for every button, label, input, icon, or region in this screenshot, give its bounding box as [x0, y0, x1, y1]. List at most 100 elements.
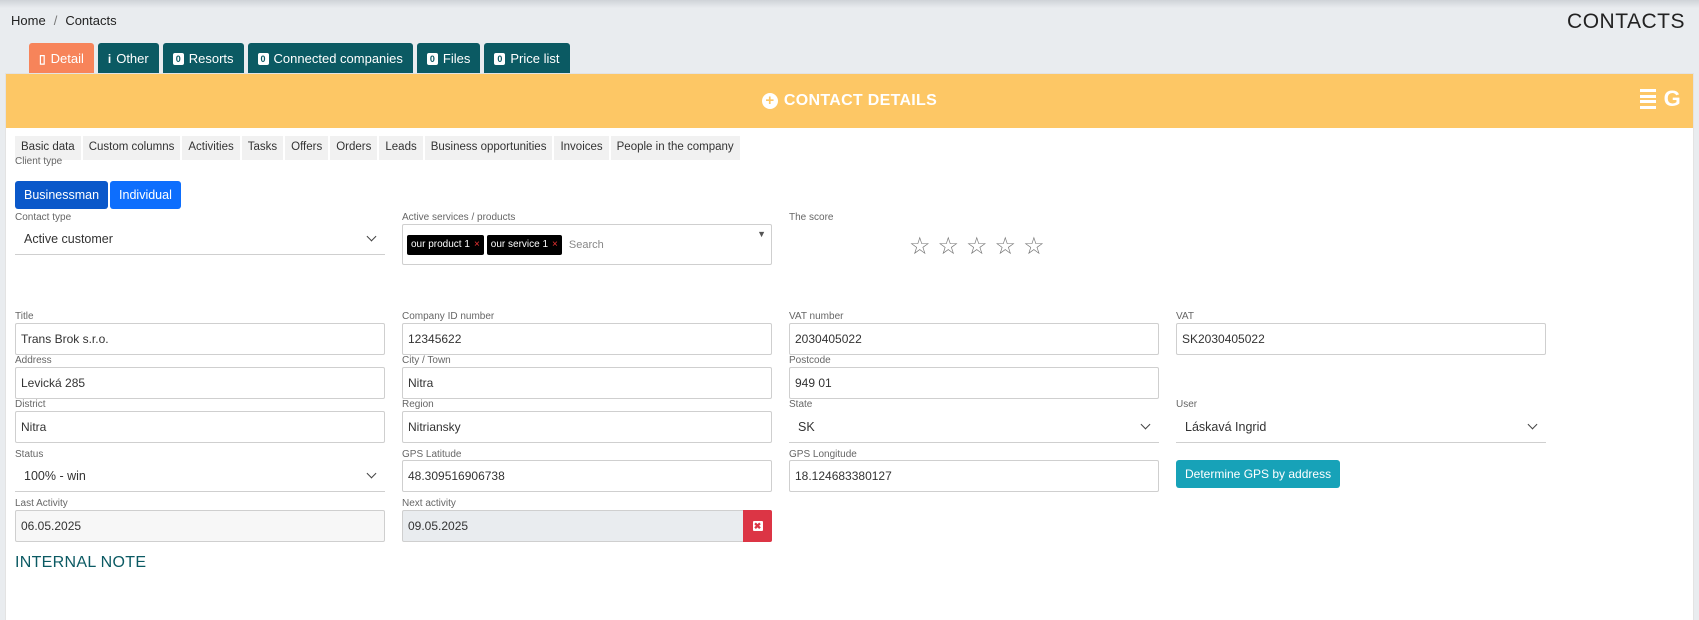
- dropdown-arrow-icon[interactable]: ▼: [757, 229, 766, 239]
- building-icon: ▯: [39, 51, 46, 66]
- tab-label: Detail: [50, 51, 84, 66]
- tab-label: Files: [442, 51, 471, 66]
- postcode-label: Postcode: [789, 355, 831, 366]
- page-title: CONTACTS: [1567, 10, 1685, 33]
- breadcrumb-current: Contacts: [65, 13, 117, 28]
- region-label: Region: [402, 399, 434, 410]
- header-tools: G: [1639, 86, 1681, 112]
- district-label: District: [15, 399, 46, 410]
- service-tag: our service 1 ×: [486, 234, 562, 255]
- list-icon[interactable]: [1639, 89, 1656, 109]
- subtab-activities[interactable]: Activities: [182, 136, 240, 160]
- vat-number-label: VAT number: [789, 311, 844, 322]
- tag-label: our product 1: [411, 239, 470, 250]
- city-label: City / Town: [402, 355, 451, 366]
- breadcrumb-home[interactable]: Home: [11, 13, 46, 28]
- select-value: SK: [798, 419, 815, 434]
- chevron-down-icon: [1140, 419, 1151, 430]
- tab-files[interactable]: 0 Files: [416, 43, 481, 74]
- region-field[interactable]: Nitriansky: [402, 411, 772, 443]
- star-icon[interactable]: ☆: [966, 232, 988, 261]
- chevron-down-icon: [1527, 419, 1538, 430]
- internal-note-heading: INTERNAL NOTE: [15, 554, 147, 571]
- vat-label: VAT: [1176, 311, 1194, 322]
- address-label: Address: [15, 355, 52, 366]
- company-id-label: Company ID number: [402, 311, 495, 322]
- services-search-input[interactable]: Search: [569, 239, 604, 251]
- user-label: User: [1176, 399, 1198, 410]
- tab-label: Resorts: [188, 51, 234, 66]
- service-tag: our product 1 ×: [407, 234, 484, 255]
- status-label: Status: [15, 449, 44, 460]
- top-bar-shadow: [0, 0, 1699, 8]
- tab-detail[interactable]: ▯ Detail: [29, 43, 94, 74]
- client-type-label: Client type: [15, 156, 63, 167]
- chevron-down-icon: [366, 231, 377, 242]
- contact-type-select[interactable]: Active customer: [15, 223, 385, 255]
- count-badge: 0: [494, 52, 506, 65]
- company-id-field[interactable]: 12345622: [402, 323, 772, 355]
- select-value: Active customer: [24, 231, 113, 246]
- tab-other[interactable]: i Other: [97, 43, 159, 74]
- star-icon[interactable]: ☆: [909, 232, 931, 261]
- breadcrumb-separator: /: [53, 13, 58, 28]
- status-select[interactable]: 100% - win: [15, 460, 385, 492]
- subtab-offers[interactable]: Offers: [285, 136, 329, 160]
- district-field[interactable]: Nitra: [15, 411, 385, 443]
- breadcrumb: Home / Contacts: [11, 13, 117, 28]
- google-icon[interactable]: G: [1664, 86, 1681, 112]
- remove-tag-icon[interactable]: ×: [474, 239, 480, 250]
- vat-field[interactable]: SK2030405022: [1176, 323, 1546, 355]
- gps-longitude-field[interactable]: 18.124683380127: [789, 460, 1159, 492]
- gps-latitude-field[interactable]: 48.309516906738: [402, 460, 772, 492]
- gps-longitude-label: GPS Longitude: [789, 449, 857, 460]
- subtab-custom-columns[interactable]: Custom columns: [82, 136, 181, 160]
- subtab-people-in-company[interactable]: People in the company: [610, 136, 740, 160]
- tab-price-list[interactable]: 0 Price list: [484, 43, 570, 74]
- star-icon[interactable]: ☆: [995, 232, 1017, 261]
- score-rating: ☆ ☆ ☆ ☆ ☆: [909, 232, 1045, 261]
- chevron-down-icon: [366, 468, 377, 479]
- user-select[interactable]: Láskavá Ingrid: [1176, 411, 1546, 443]
- tab-label: Other: [116, 51, 149, 66]
- subtab-leads[interactable]: Leads: [379, 136, 423, 160]
- businessman-button[interactable]: Businessman: [15, 181, 109, 209]
- services-multiselect[interactable]: our product 1 × our service 1 × Search ▼: [402, 224, 772, 265]
- next-activity-label: Next activity: [402, 498, 456, 509]
- tab-resorts[interactable]: 0 Resorts: [162, 43, 244, 74]
- info-icon: i: [107, 51, 112, 66]
- determine-gps-button[interactable]: Determine GPS by address: [1176, 460, 1341, 488]
- subtab-invoices[interactable]: Invoices: [554, 136, 609, 160]
- clear-next-activity-button[interactable]: ✖: [743, 510, 772, 542]
- panel-header: + CONTACT DETAILS G: [6, 74, 1693, 128]
- state-select[interactable]: SK: [789, 411, 1159, 443]
- individual-button[interactable]: Individual: [110, 181, 181, 209]
- panel-title: CONTACT DETAILS: [783, 92, 938, 109]
- tab-label: Connected companies: [273, 51, 403, 66]
- select-value: 100% - win: [24, 468, 86, 483]
- count-badge: 0: [172, 52, 184, 65]
- tab-connected-companies[interactable]: 0 Connected companies: [247, 43, 413, 74]
- score-label: The score: [789, 212, 834, 223]
- subtab-orders[interactable]: Orders: [330, 136, 378, 160]
- client-type-toggle: Businessman Individual: [15, 181, 181, 209]
- city-field[interactable]: Nitra: [402, 367, 772, 399]
- address-field[interactable]: Levická 285: [15, 367, 385, 399]
- remove-tag-icon[interactable]: ×: [552, 239, 558, 250]
- last-activity-field[interactable]: 06.05.2025: [15, 510, 385, 542]
- vat-number-field[interactable]: 2030405022: [789, 323, 1159, 355]
- contact-details-panel: + CONTACT DETAILS G Basic data Custom co…: [5, 73, 1694, 620]
- state-label: State: [789, 399, 813, 410]
- plus-circle-icon: +: [761, 93, 778, 109]
- star-icon[interactable]: ☆: [1023, 232, 1045, 261]
- subtabs: Basic data Custom columns Activities Tas…: [15, 136, 740, 160]
- title-label: Title: [15, 311, 34, 322]
- count-badge: 0: [426, 52, 438, 65]
- postcode-field[interactable]: 949 01: [789, 367, 1159, 399]
- subtab-business-opportunities[interactable]: Business opportunities: [424, 136, 553, 160]
- title-field[interactable]: Trans Brok s.r.o.: [15, 323, 385, 355]
- star-icon[interactable]: ☆: [938, 232, 960, 261]
- select-value: Láskavá Ingrid: [1185, 419, 1267, 434]
- subtab-tasks[interactable]: Tasks: [241, 136, 284, 160]
- next-activity-field[interactable]: 09.05.2025: [402, 510, 744, 542]
